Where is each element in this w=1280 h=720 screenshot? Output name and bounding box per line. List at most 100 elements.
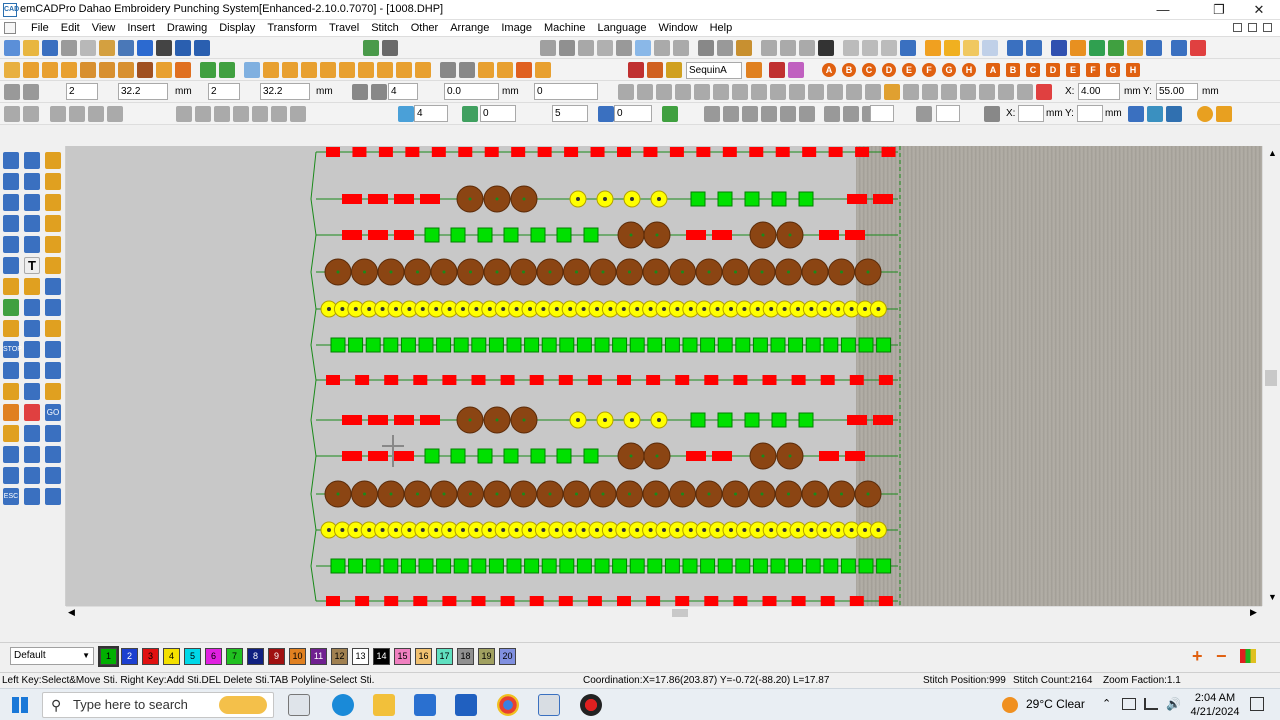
outline-2-icon[interactable] bbox=[723, 106, 739, 122]
row-spacing-field[interactable]: 32.2 bbox=[260, 83, 310, 100]
menu-window[interactable]: Window bbox=[652, 21, 703, 36]
node-10-icon[interactable] bbox=[233, 106, 249, 122]
prop-2-icon[interactable] bbox=[637, 84, 653, 100]
menu-transform[interactable]: Transform bbox=[261, 21, 323, 36]
cut-tool-icon[interactable] bbox=[45, 299, 61, 316]
node-2-icon[interactable] bbox=[23, 106, 39, 122]
menu-machine[interactable]: Machine bbox=[538, 21, 592, 36]
style-select[interactable]: Default ▼ bbox=[10, 647, 94, 665]
applique-icon[interactable] bbox=[982, 40, 998, 56]
sequin-d-button[interactable]: D bbox=[882, 63, 896, 77]
menu-insert[interactable]: Insert bbox=[121, 21, 161, 36]
frame-icon[interactable] bbox=[843, 40, 859, 56]
horizontal-scrollbar[interactable]: ◀ ▶ bbox=[66, 606, 1262, 618]
stitch-type-8-icon[interactable] bbox=[137, 62, 153, 78]
split-tool-icon[interactable] bbox=[24, 299, 40, 316]
stitch-type-25-icon[interactable] bbox=[478, 62, 494, 78]
node-7-icon[interactable] bbox=[176, 106, 192, 122]
notifications-icon[interactable] bbox=[1250, 697, 1264, 711]
pen-tool-icon[interactable] bbox=[3, 257, 19, 274]
lock-icon[interactable] bbox=[698, 40, 714, 56]
run-tool-icon[interactable] bbox=[24, 362, 40, 379]
trim-tool-icon[interactable] bbox=[24, 383, 40, 400]
new-file-icon[interactable] bbox=[4, 40, 20, 56]
stitch-view-icon[interactable] bbox=[761, 40, 777, 56]
menu-help[interactable]: Help bbox=[704, 21, 739, 36]
rows-field[interactable]: 2 bbox=[208, 83, 240, 100]
tray-chevron-icon[interactable]: ⌃ bbox=[1102, 697, 1111, 710]
sequin-settings-icon[interactable] bbox=[746, 62, 762, 78]
distribute-icon[interactable] bbox=[616, 40, 632, 56]
mail-icon[interactable] bbox=[455, 694, 477, 716]
menu-language[interactable]: Language bbox=[592, 21, 653, 36]
stop-icon[interactable]: STOP bbox=[3, 341, 22, 358]
color-swatch-8[interactable]: 8 bbox=[247, 648, 264, 665]
scroll-right-icon[interactable]: ▶ bbox=[1250, 607, 1257, 618]
wave-tool-icon[interactable] bbox=[3, 425, 19, 442]
fill-icon[interactable] bbox=[925, 40, 941, 56]
print-icon[interactable] bbox=[118, 40, 134, 56]
space-icon[interactable] bbox=[635, 40, 651, 56]
node-3-icon[interactable] bbox=[50, 106, 66, 122]
paste-icon[interactable] bbox=[99, 40, 115, 56]
close-button[interactable]: ✕ bbox=[1236, 0, 1280, 20]
angle-value-field[interactable]: 0 bbox=[614, 105, 652, 122]
file-explorer-icon[interactable] bbox=[373, 694, 395, 716]
bead-g-button[interactable]: G bbox=[1106, 63, 1120, 77]
pencil-icon[interactable] bbox=[1127, 40, 1143, 56]
bead-b-button[interactable]: B bbox=[1006, 63, 1020, 77]
outline-6-icon[interactable] bbox=[799, 106, 815, 122]
zoom-fit-icon[interactable] bbox=[1146, 40, 1162, 56]
sequin-e-button[interactable]: E bbox=[902, 63, 916, 77]
color-swatch-20[interactable]: 20 bbox=[499, 648, 516, 665]
chain-tool-icon[interactable] bbox=[45, 215, 61, 232]
column-tool-icon[interactable] bbox=[45, 194, 61, 211]
prop-11-icon[interactable] bbox=[808, 84, 824, 100]
table-view-icon[interactable] bbox=[1147, 106, 1163, 122]
store-icon[interactable] bbox=[414, 694, 436, 716]
color-swatch-15[interactable]: 15 bbox=[394, 648, 411, 665]
edge-browser-icon[interactable] bbox=[332, 694, 354, 716]
color-swatch-1[interactable]: 1 bbox=[98, 646, 119, 667]
color-swatch-6[interactable]: 6 bbox=[205, 648, 222, 665]
sequin-pen-icon[interactable] bbox=[647, 62, 663, 78]
stitch-type-9-icon[interactable] bbox=[156, 62, 172, 78]
menu-display[interactable]: Display bbox=[213, 21, 261, 36]
outline-7-icon[interactable] bbox=[824, 106, 840, 122]
palette-icon[interactable] bbox=[1240, 649, 1256, 663]
stitch-type-1-icon[interactable] bbox=[4, 62, 20, 78]
stitch-tool-icon[interactable] bbox=[3, 383, 19, 400]
y2-position-field[interactable] bbox=[1077, 105, 1103, 122]
path-tool-icon[interactable] bbox=[24, 320, 40, 337]
windows-start-icon[interactable] bbox=[12, 697, 28, 713]
node-9-icon[interactable] bbox=[214, 106, 230, 122]
color-swatch-19[interactable]: 19 bbox=[478, 648, 495, 665]
bead-tool-icon[interactable] bbox=[45, 320, 61, 337]
bead-f-button[interactable]: F bbox=[1086, 63, 1100, 77]
outline-8-icon[interactable] bbox=[843, 106, 859, 122]
pattern-tool-icon[interactable] bbox=[45, 383, 61, 400]
color-swatch-3[interactable]: 3 bbox=[142, 648, 159, 665]
color-swatch-12[interactable]: 12 bbox=[331, 648, 348, 665]
x-position-field[interactable]: 4.00 bbox=[1078, 83, 1120, 100]
scale-icon[interactable] bbox=[597, 40, 613, 56]
pentagon-icon[interactable] bbox=[662, 106, 678, 122]
outline-5-icon[interactable] bbox=[780, 106, 796, 122]
offset-field[interactable]: 0.0 bbox=[444, 83, 499, 100]
prop-13-icon[interactable] bbox=[846, 84, 862, 100]
stitch-type-11-icon[interactable] bbox=[200, 62, 216, 78]
bead-d-button[interactable]: D bbox=[1046, 63, 1060, 77]
satin-icon[interactable] bbox=[944, 40, 960, 56]
heart-tool-icon[interactable] bbox=[24, 236, 40, 253]
sequin-a-button[interactable]: A bbox=[822, 63, 836, 77]
node-1-icon[interactable] bbox=[4, 106, 20, 122]
zoom-icon[interactable] bbox=[1171, 40, 1187, 56]
length-field[interactable]: 0 bbox=[480, 105, 516, 122]
prop-22-icon[interactable] bbox=[1017, 84, 1033, 100]
stitch-type-2-icon[interactable] bbox=[23, 62, 39, 78]
stitch-type-7-icon[interactable] bbox=[118, 62, 134, 78]
line-tool-icon[interactable] bbox=[24, 278, 40, 295]
undo-icon[interactable] bbox=[175, 40, 191, 56]
bead-e-button[interactable]: E bbox=[1066, 63, 1080, 77]
curve-tool-icon[interactable] bbox=[3, 236, 19, 253]
